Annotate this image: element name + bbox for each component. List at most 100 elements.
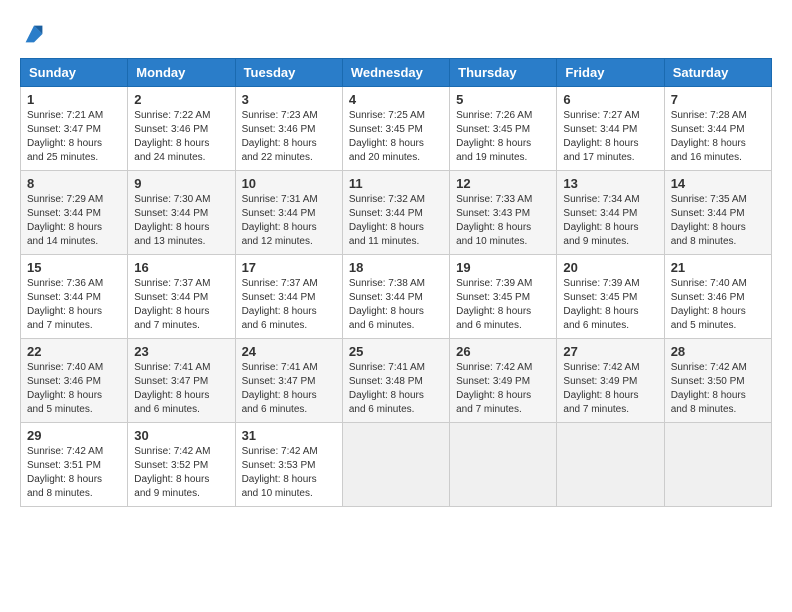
calendar-week-row: 29 Sunrise: 7:42 AMSunset: 3:51 PMDaylig… — [21, 423, 772, 507]
calendar-cell: 14 Sunrise: 7:35 AMSunset: 3:44 PMDaylig… — [664, 171, 771, 255]
calendar-cell: 17 Sunrise: 7:37 AMSunset: 3:44 PMDaylig… — [235, 255, 342, 339]
day-info: Sunrise: 7:27 AMSunset: 3:44 PMDaylight:… — [563, 110, 639, 163]
day-info: Sunrise: 7:23 AMSunset: 3:46 PMDaylight:… — [242, 110, 318, 163]
day-info: Sunrise: 7:21 AMSunset: 3:47 PMDaylight:… — [27, 110, 103, 163]
day-number: 17 — [242, 260, 336, 275]
day-info: Sunrise: 7:42 AMSunset: 3:49 PMDaylight:… — [563, 362, 639, 415]
day-info: Sunrise: 7:26 AMSunset: 3:45 PMDaylight:… — [456, 110, 532, 163]
logo-icon — [20, 20, 48, 48]
day-info: Sunrise: 7:42 AMSunset: 3:51 PMDaylight:… — [27, 446, 103, 499]
day-info: Sunrise: 7:39 AMSunset: 3:45 PMDaylight:… — [563, 278, 639, 331]
day-number: 9 — [134, 176, 228, 191]
calendar-cell: 21 Sunrise: 7:40 AMSunset: 3:46 PMDaylig… — [664, 255, 771, 339]
calendar-cell: 23 Sunrise: 7:41 AMSunset: 3:47 PMDaylig… — [128, 339, 235, 423]
day-info: Sunrise: 7:41 AMSunset: 3:48 PMDaylight:… — [349, 362, 425, 415]
day-number: 11 — [349, 176, 443, 191]
calendar-week-row: 8 Sunrise: 7:29 AMSunset: 3:44 PMDayligh… — [21, 171, 772, 255]
calendar-cell: 6 Sunrise: 7:27 AMSunset: 3:44 PMDayligh… — [557, 87, 664, 171]
calendar-cell: 4 Sunrise: 7:25 AMSunset: 3:45 PMDayligh… — [342, 87, 449, 171]
day-number: 15 — [27, 260, 121, 275]
day-number: 13 — [563, 176, 657, 191]
day-info: Sunrise: 7:41 AMSunset: 3:47 PMDaylight:… — [134, 362, 210, 415]
calendar-cell: 29 Sunrise: 7:42 AMSunset: 3:51 PMDaylig… — [21, 423, 128, 507]
day-info: Sunrise: 7:31 AMSunset: 3:44 PMDaylight:… — [242, 194, 318, 247]
day-number: 20 — [563, 260, 657, 275]
calendar-cell: 9 Sunrise: 7:30 AMSunset: 3:44 PMDayligh… — [128, 171, 235, 255]
day-number: 2 — [134, 92, 228, 107]
day-info: Sunrise: 7:33 AMSunset: 3:43 PMDaylight:… — [456, 194, 532, 247]
page-header — [20, 20, 772, 48]
day-info: Sunrise: 7:30 AMSunset: 3:44 PMDaylight:… — [134, 194, 210, 247]
calendar-header-sunday: Sunday — [21, 59, 128, 87]
day-info: Sunrise: 7:28 AMSunset: 3:44 PMDaylight:… — [671, 110, 747, 163]
day-number: 8 — [27, 176, 121, 191]
calendar-cell: 22 Sunrise: 7:40 AMSunset: 3:46 PMDaylig… — [21, 339, 128, 423]
calendar-cell: 7 Sunrise: 7:28 AMSunset: 3:44 PMDayligh… — [664, 87, 771, 171]
calendar-cell — [557, 423, 664, 507]
calendar-cell: 19 Sunrise: 7:39 AMSunset: 3:45 PMDaylig… — [450, 255, 557, 339]
day-number: 19 — [456, 260, 550, 275]
day-number: 12 — [456, 176, 550, 191]
day-info: Sunrise: 7:34 AMSunset: 3:44 PMDaylight:… — [563, 194, 639, 247]
calendar-cell: 25 Sunrise: 7:41 AMSunset: 3:48 PMDaylig… — [342, 339, 449, 423]
calendar-cell: 13 Sunrise: 7:34 AMSunset: 3:44 PMDaylig… — [557, 171, 664, 255]
day-number: 14 — [671, 176, 765, 191]
day-info: Sunrise: 7:38 AMSunset: 3:44 PMDaylight:… — [349, 278, 425, 331]
calendar-cell: 31 Sunrise: 7:42 AMSunset: 3:53 PMDaylig… — [235, 423, 342, 507]
calendar-header-wednesday: Wednesday — [342, 59, 449, 87]
calendar-cell: 20 Sunrise: 7:39 AMSunset: 3:45 PMDaylig… — [557, 255, 664, 339]
calendar-cell: 2 Sunrise: 7:22 AMSunset: 3:46 PMDayligh… — [128, 87, 235, 171]
calendar-header-thursday: Thursday — [450, 59, 557, 87]
calendar-week-row: 15 Sunrise: 7:36 AMSunset: 3:44 PMDaylig… — [21, 255, 772, 339]
calendar-cell — [342, 423, 449, 507]
day-number: 25 — [349, 344, 443, 359]
day-info: Sunrise: 7:35 AMSunset: 3:44 PMDaylight:… — [671, 194, 747, 247]
calendar-cell: 26 Sunrise: 7:42 AMSunset: 3:49 PMDaylig… — [450, 339, 557, 423]
day-number: 23 — [134, 344, 228, 359]
day-number: 4 — [349, 92, 443, 107]
day-number: 10 — [242, 176, 336, 191]
calendar-cell: 24 Sunrise: 7:41 AMSunset: 3:47 PMDaylig… — [235, 339, 342, 423]
calendar-cell: 11 Sunrise: 7:32 AMSunset: 3:44 PMDaylig… — [342, 171, 449, 255]
day-info: Sunrise: 7:39 AMSunset: 3:45 PMDaylight:… — [456, 278, 532, 331]
day-info: Sunrise: 7:42 AMSunset: 3:49 PMDaylight:… — [456, 362, 532, 415]
calendar-cell: 3 Sunrise: 7:23 AMSunset: 3:46 PMDayligh… — [235, 87, 342, 171]
calendar-cell: 16 Sunrise: 7:37 AMSunset: 3:44 PMDaylig… — [128, 255, 235, 339]
day-info: Sunrise: 7:41 AMSunset: 3:47 PMDaylight:… — [242, 362, 318, 415]
day-number: 31 — [242, 428, 336, 443]
day-info: Sunrise: 7:36 AMSunset: 3:44 PMDaylight:… — [27, 278, 103, 331]
calendar-header-monday: Monday — [128, 59, 235, 87]
day-number: 28 — [671, 344, 765, 359]
day-info: Sunrise: 7:42 AMSunset: 3:53 PMDaylight:… — [242, 446, 318, 499]
day-number: 18 — [349, 260, 443, 275]
day-number: 27 — [563, 344, 657, 359]
calendar-header-row: SundayMondayTuesdayWednesdayThursdayFrid… — [21, 59, 772, 87]
calendar-header-tuesday: Tuesday — [235, 59, 342, 87]
day-info: Sunrise: 7:42 AMSunset: 3:50 PMDaylight:… — [671, 362, 747, 415]
calendar-table: SundayMondayTuesdayWednesdayThursdayFrid… — [20, 58, 772, 507]
calendar-cell: 1 Sunrise: 7:21 AMSunset: 3:47 PMDayligh… — [21, 87, 128, 171]
day-number: 16 — [134, 260, 228, 275]
calendar-cell: 18 Sunrise: 7:38 AMSunset: 3:44 PMDaylig… — [342, 255, 449, 339]
day-number: 24 — [242, 344, 336, 359]
day-info: Sunrise: 7:37 AMSunset: 3:44 PMDaylight:… — [242, 278, 318, 331]
calendar-cell: 8 Sunrise: 7:29 AMSunset: 3:44 PMDayligh… — [21, 171, 128, 255]
day-info: Sunrise: 7:25 AMSunset: 3:45 PMDaylight:… — [349, 110, 425, 163]
calendar-cell: 5 Sunrise: 7:26 AMSunset: 3:45 PMDayligh… — [450, 87, 557, 171]
day-number: 21 — [671, 260, 765, 275]
day-info: Sunrise: 7:37 AMSunset: 3:44 PMDaylight:… — [134, 278, 210, 331]
day-number: 22 — [27, 344, 121, 359]
day-number: 7 — [671, 92, 765, 107]
calendar-cell: 27 Sunrise: 7:42 AMSunset: 3:49 PMDaylig… — [557, 339, 664, 423]
calendar-week-row: 22 Sunrise: 7:40 AMSunset: 3:46 PMDaylig… — [21, 339, 772, 423]
day-number: 6 — [563, 92, 657, 107]
calendar-cell: 28 Sunrise: 7:42 AMSunset: 3:50 PMDaylig… — [664, 339, 771, 423]
logo — [20, 20, 54, 48]
calendar-cell — [450, 423, 557, 507]
day-number: 30 — [134, 428, 228, 443]
calendar-cell: 12 Sunrise: 7:33 AMSunset: 3:43 PMDaylig… — [450, 171, 557, 255]
day-number: 26 — [456, 344, 550, 359]
day-number: 1 — [27, 92, 121, 107]
day-number: 5 — [456, 92, 550, 107]
day-info: Sunrise: 7:40 AMSunset: 3:46 PMDaylight:… — [27, 362, 103, 415]
